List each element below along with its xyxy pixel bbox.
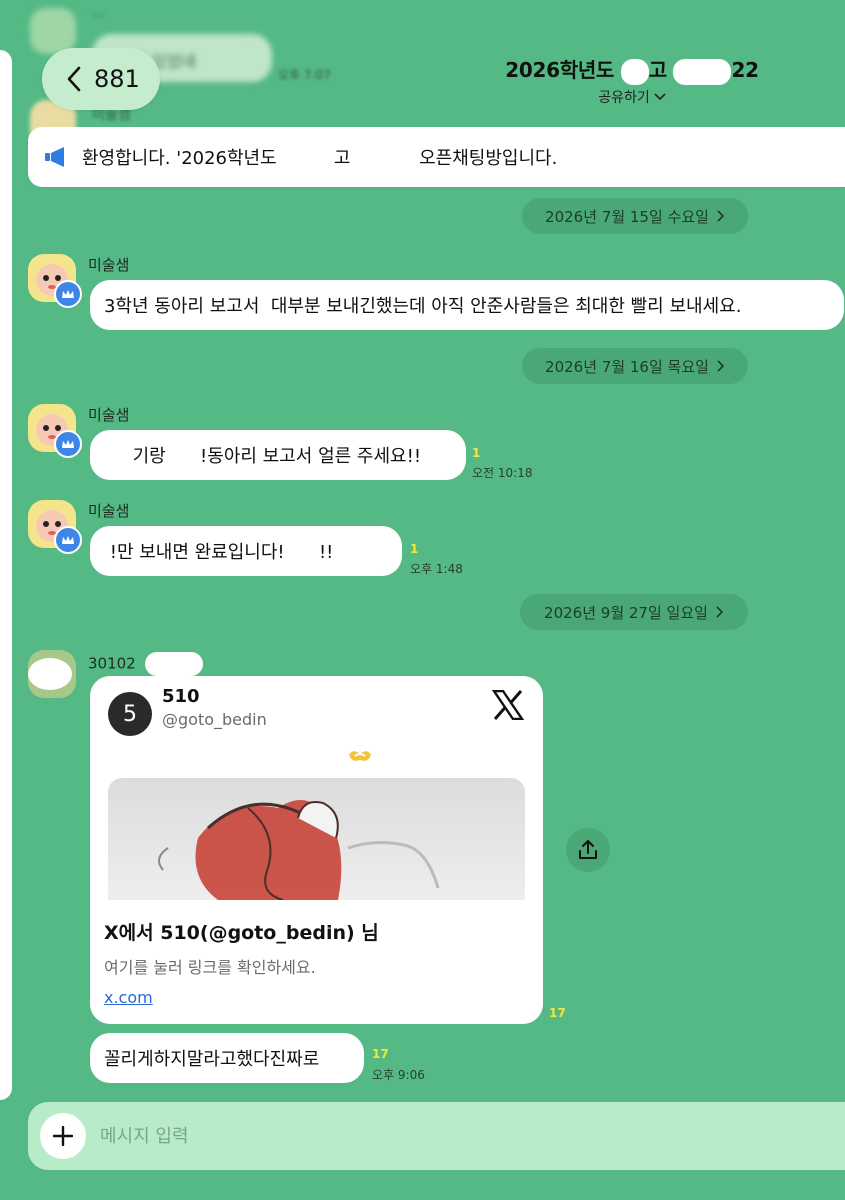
link-url[interactable]: x.com	[104, 988, 153, 1007]
chevron-right-icon	[716, 606, 724, 618]
share-label: 공유하기	[598, 89, 650, 106]
share-dropdown[interactable]: 공유하기	[598, 87, 666, 107]
chat-title-suffix: 22	[731, 58, 759, 82]
notice-banner[interactable]: 환영합니다. '2026학년도 고 오픈채팅방입니다.	[28, 127, 845, 187]
link-title: X에서 510(@goto_bedin) 님	[104, 922, 379, 944]
redaction-mark	[144, 652, 203, 676]
date-divider[interactable]: 2026년 9월 27일 일요일	[520, 594, 748, 630]
link-preview-card[interactable]: 5 510 @goto_bedin X에서 510(@goto_bedin) 님…	[90, 676, 543, 1024]
megaphone-icon	[45, 147, 64, 167]
back-button[interactable]: 881	[42, 48, 160, 110]
date-divider[interactable]: 2026년 7월 16일 목요일	[522, 348, 748, 384]
blurred-sender: ···	[92, 8, 106, 24]
unread-count: 17	[549, 1006, 566, 1020]
message-bubble[interactable]: !만 보내면 완료입니다! !!	[90, 526, 402, 576]
chat-title-mid: 고	[648, 58, 667, 82]
blurred-time: 오후 7:07	[278, 68, 331, 82]
message-text: 기랑 !동아리 보고서 얼른 주세요!!	[104, 446, 422, 467]
plus-icon	[53, 1126, 73, 1146]
blurred-avatar	[30, 8, 76, 54]
message-input[interactable]	[98, 1124, 702, 1148]
hands-heart-icon	[349, 751, 371, 761]
host-crown-badge	[54, 280, 82, 308]
message-time: 오후 9:06	[372, 1068, 425, 1082]
date-label: 2026년 9월 27일 일요일	[544, 603, 708, 622]
sender-avatar[interactable]	[28, 254, 82, 308]
x-logo-icon	[492, 690, 524, 720]
date-label: 2026년 7월 15일 수요일	[545, 207, 709, 226]
account-avatar: 5	[108, 692, 152, 736]
unread-chat-count: 881	[94, 65, 140, 93]
unread-count: 1	[472, 446, 481, 460]
chat-title-area[interactable]: 2026학년도 고 22 공유하기	[472, 54, 792, 107]
account-name: 510	[162, 686, 200, 707]
share-button[interactable]	[566, 828, 610, 872]
unread-count: 17	[372, 1047, 389, 1061]
notice-text: 환영합니다. '2026학년도 고 오픈채팅방입니다.	[82, 148, 558, 169]
chevron-right-icon	[717, 360, 725, 372]
message-bubble[interactable]: 3학년 동아리 보고서 대부분 보내긴했는데 아직 안준사람들은 최대한 빨리 …	[90, 280, 844, 330]
date-divider[interactable]: 2026년 7월 15일 수요일	[522, 198, 748, 234]
sender-name: 30102	[88, 652, 203, 676]
message-time: 오후 1:48	[410, 562, 463, 576]
sender-name: 미술샘	[88, 406, 130, 424]
message-input-bar	[28, 1102, 845, 1170]
chevron-down-icon	[654, 92, 666, 100]
message-bubble[interactable]: 꼴리게하지말라고했다진짜로	[90, 1033, 364, 1083]
message-text: 꼴리게하지말라고했다진짜로	[104, 1049, 320, 1070]
sender-avatar[interactable]	[28, 500, 82, 554]
redaction-mark	[673, 58, 732, 85]
chevron-right-icon	[717, 210, 725, 222]
chat-title-prefix: 2026학년도	[505, 58, 615, 82]
sender-avatar[interactable]	[28, 404, 82, 458]
unread-count: 1	[410, 542, 419, 556]
account-handle: @goto_bedin	[162, 710, 267, 729]
link-description: 여기를 눌러 링크를 확인하세요.	[104, 958, 316, 977]
attach-button[interactable]	[40, 1113, 86, 1159]
date-label: 2026년 7월 16일 목요일	[545, 357, 709, 376]
sender-avatar[interactable]	[28, 650, 76, 698]
sender-id: 30102	[88, 654, 136, 673]
host-crown-badge	[54, 430, 82, 458]
share-icon	[579, 840, 597, 859]
preview-image	[108, 778, 525, 900]
side-panel-edge	[0, 50, 12, 1100]
illustration-image	[158, 800, 440, 900]
sender-name: 미술샘	[88, 502, 130, 520]
host-crown-badge	[54, 526, 82, 554]
cloud-avatar-icon	[28, 658, 72, 690]
message-text: !만 보내면 완료입니다! !!	[104, 542, 334, 563]
redaction-mark	[620, 58, 649, 85]
message-text: 3학년 동아리 보고서 대부분 보내긴했는데 아직 안준사람들은 최대한 빨리 …	[104, 296, 742, 317]
message-time: 오전 10:18	[472, 466, 533, 480]
message-bubble[interactable]: 기랑 !동아리 보고서 얼른 주세요!!	[90, 430, 466, 480]
chevron-left-icon	[67, 66, 81, 92]
crown-icon	[62, 440, 74, 448]
crown-icon	[62, 536, 74, 544]
chat-title: 2026학년도 고 22	[472, 54, 792, 85]
sender-name: 미술샘	[88, 256, 130, 274]
crown-icon	[62, 290, 74, 298]
